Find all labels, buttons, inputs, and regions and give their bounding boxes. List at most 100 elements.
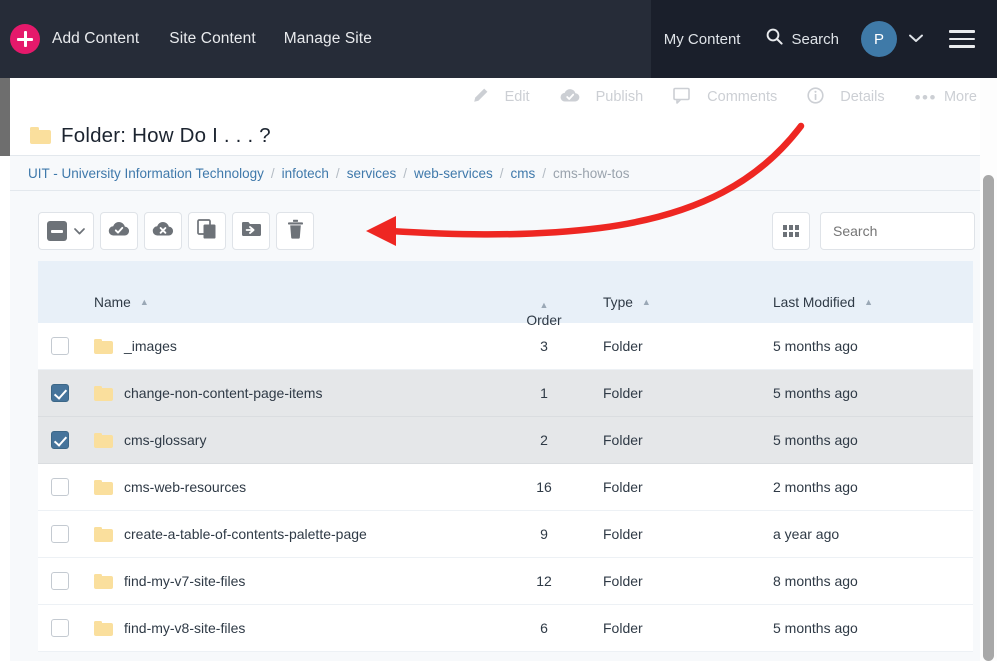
publish-button[interactable]: Publish	[560, 88, 644, 107]
row-order-cell: 1	[485, 385, 603, 401]
nav-manage-site[interactable]: Manage Site	[284, 30, 372, 48]
row-checkbox[interactable]	[51, 431, 69, 449]
table-row[interactable]: find-my-v8-site-files 6 Folder 5 months ago	[38, 605, 973, 652]
breadcrumb-separator: /	[542, 165, 547, 181]
nav-my-content[interactable]: My Content	[664, 31, 741, 48]
row-type-value: Folder	[603, 620, 643, 636]
chevron-down-icon	[909, 30, 923, 48]
search-input[interactable]	[820, 212, 975, 250]
grid-cell	[789, 225, 793, 230]
select-all-dropdown-button[interactable]	[38, 212, 94, 250]
row-type-cell: Folder	[603, 479, 773, 495]
row-checkbox[interactable]	[51, 337, 69, 355]
grid-columns-icon[interactable]	[772, 212, 810, 250]
row-type-value: Folder	[603, 432, 643, 448]
bulk-action-toolbar	[38, 212, 320, 250]
page-title: Folder: How Do I . . . ?	[61, 123, 271, 147]
row-checkbox[interactable]	[51, 478, 69, 496]
publish-selected-button[interactable]	[100, 212, 138, 250]
row-name-label[interactable]: cms-glossary	[124, 432, 206, 448]
table-row[interactable]: _images 3 Folder 5 months ago	[38, 323, 973, 370]
row-order-value: 12	[536, 573, 552, 589]
header-name[interactable]: Name ▲	[84, 295, 485, 323]
header-order-label: Order	[526, 313, 562, 328]
row-type-value: Folder	[603, 479, 643, 495]
edit-button[interactable]: Edit	[472, 87, 530, 108]
row-name-label[interactable]: find-my-v7-site-files	[124, 573, 245, 589]
row-checkbox-cell	[38, 572, 84, 590]
breadcrumb-item-1[interactable]: infotech	[282, 166, 329, 181]
header-type[interactable]: Type ▲	[603, 295, 773, 323]
folder-body	[30, 130, 51, 144]
nav-search-button[interactable]: Search	[766, 28, 839, 50]
header-last-modified-label: Last Modified	[773, 295, 856, 310]
breadcrumb-item-3[interactable]: web-services	[414, 166, 493, 181]
row-type-value: Folder	[603, 573, 643, 589]
comment-bubble-icon	[673, 87, 699, 108]
more-button[interactable]: ••• More	[915, 89, 977, 106]
row-modified-value: a year ago	[773, 526, 840, 542]
nav-site-content[interactable]: Site Content	[169, 30, 256, 48]
cloud-check-icon	[108, 221, 130, 242]
publish-label: Publish	[595, 89, 644, 105]
row-checkbox[interactable]	[51, 572, 69, 590]
table-row[interactable]: change-non-content-page-items 1 Folder 5 mo…	[38, 370, 973, 417]
breadcrumb-item-2[interactable]: services	[347, 166, 397, 181]
header-type-label: Type	[603, 295, 633, 310]
row-order-value: 3	[540, 338, 548, 354]
folder-body	[94, 576, 113, 589]
delete-selected-button[interactable]	[276, 212, 314, 250]
breadcrumb-item-0[interactable]: UIT - University Information Technology	[28, 166, 264, 181]
row-name-label[interactable]: cms-web-resources	[124, 479, 246, 495]
row-checkbox-cell	[38, 337, 84, 355]
table-row[interactable]: find-my-v7-site-files 12 Folder 8 months ag…	[38, 558, 973, 605]
comments-button[interactable]: Comments	[673, 87, 777, 108]
header-name-label: Name	[94, 295, 131, 310]
row-modified-value: 5 months ago	[773, 432, 858, 448]
row-checkbox[interactable]	[51, 384, 69, 402]
row-modified-cell: 8 months ago	[773, 573, 973, 589]
vertical-scrollbar[interactable]	[983, 175, 994, 661]
nav-add-content[interactable]: Add Content	[52, 30, 139, 48]
table-row[interactable]: cms-web-resources 16 Folder 2 months ago	[38, 464, 973, 511]
row-checkbox-cell	[38, 431, 84, 449]
indeterminate-checkbox-icon	[47, 221, 68, 241]
details-button[interactable]: Details	[807, 86, 885, 108]
header-last-modified[interactable]: Last Modified ▲	[773, 295, 973, 323]
row-name-label[interactable]: _images	[124, 338, 177, 354]
row-checkbox[interactable]	[51, 525, 69, 543]
breadcrumb-item-4[interactable]: cms	[511, 166, 536, 181]
row-order-cell: 6	[485, 620, 603, 636]
header-checkbox-cell	[38, 310, 84, 323]
left-edge-rail	[0, 78, 10, 156]
row-name-cell: _images	[84, 338, 485, 354]
hamburger-icon[interactable]	[949, 30, 975, 48]
row-name-label[interactable]: create-a-table-of-contents-palette-page	[124, 526, 367, 542]
top-nav-right-section: My Content Search P	[651, 0, 997, 78]
scrollbar-thumb[interactable]	[983, 175, 994, 661]
sort-asc-icon: ▲	[539, 300, 549, 310]
unpublish-selected-button[interactable]	[144, 212, 182, 250]
folder-icon	[30, 127, 51, 144]
chevron-down-icon	[73, 224, 85, 238]
user-menu[interactable]: P	[861, 21, 923, 57]
row-checkbox[interactable]	[51, 619, 69, 637]
row-modified-value: 2 months ago	[773, 479, 858, 495]
folder-icon	[94, 432, 113, 448]
copy-selected-button[interactable]	[188, 212, 226, 250]
folder-body	[94, 623, 113, 636]
row-name-label[interactable]: find-my-v8-site-files	[124, 620, 245, 636]
row-name-label[interactable]: change-non-content-page-items	[124, 385, 322, 401]
table-row[interactable]: cms-glossary 2 Folder 5 months ago	[38, 417, 973, 464]
move-selected-button[interactable]	[232, 212, 270, 250]
row-modified-value: 5 months ago	[773, 338, 858, 354]
table-row[interactable]: create-a-table-of-contents-palette-page 9…	[38, 511, 973, 558]
grid-cell	[795, 225, 799, 230]
header-order[interactable]: Order ▲	[485, 300, 603, 329]
comments-label: Comments	[707, 89, 778, 105]
row-type-value: Folder	[603, 338, 643, 354]
row-type-cell: Folder	[603, 338, 773, 354]
row-type-cell: Folder	[603, 432, 773, 448]
plus-icon[interactable]	[10, 24, 40, 54]
breadcrumb-item-5: cms-how-tos	[553, 165, 630, 181]
